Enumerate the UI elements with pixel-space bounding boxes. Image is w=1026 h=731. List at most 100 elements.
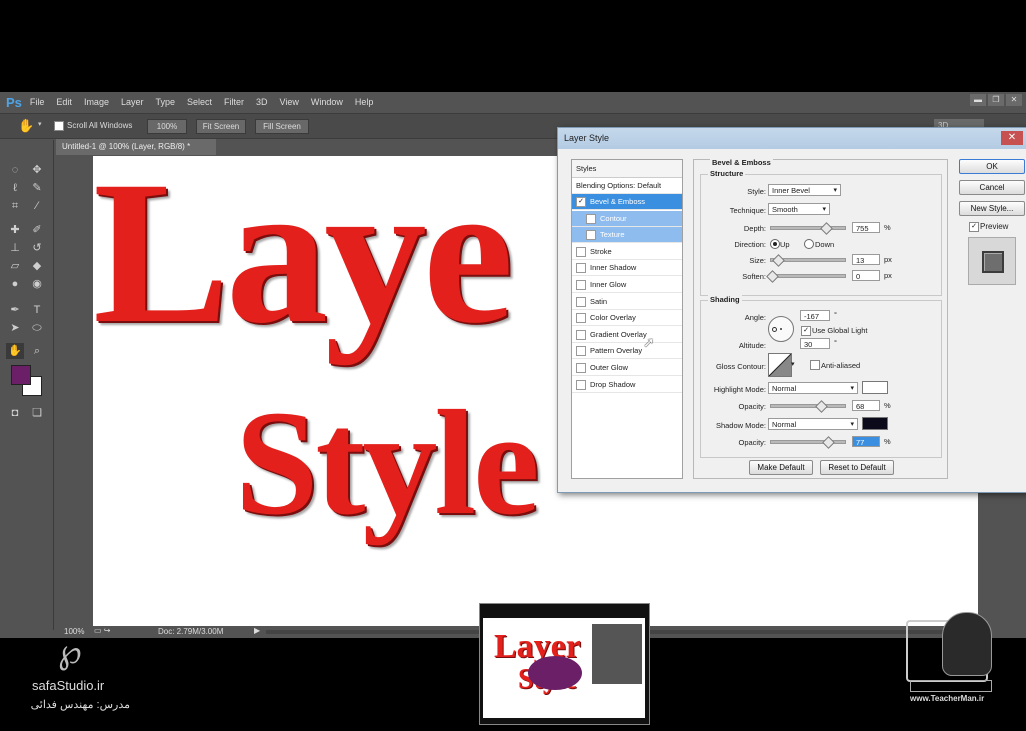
eyedropper-tool-icon[interactable]: ⁄	[28, 198, 46, 214]
menu-select[interactable]: Select	[187, 97, 212, 107]
ok-button[interactable]: OK	[959, 159, 1025, 174]
style-item-bevel-emboss[interactable]: ✓ Bevel & Emboss	[572, 194, 682, 210]
angle-dial[interactable]	[768, 316, 794, 342]
anti-aliased-checkbox[interactable]	[810, 360, 820, 370]
soften-input[interactable]: 0	[852, 270, 880, 281]
fit-screen-button[interactable]: Fit Screen	[196, 119, 246, 134]
healing-tool-icon[interactable]: ✚	[6, 222, 24, 238]
menu-type[interactable]: Type	[155, 97, 175, 107]
dodge-tool-icon[interactable]: ◉	[28, 276, 46, 292]
use-global-light-checkbox[interactable]: ✓	[801, 326, 811, 336]
brush-tool-icon[interactable]: ✐	[28, 222, 46, 238]
cancel-button[interactable]: Cancel	[959, 180, 1025, 195]
blending-options-item[interactable]: Blending Options: Default	[572, 178, 682, 194]
style-checkbox[interactable]	[576, 280, 586, 291]
style-checkbox[interactable]: ✓	[576, 197, 586, 208]
technique-select[interactable]: Smooth	[768, 203, 830, 216]
styles-header[interactable]: Styles	[572, 160, 682, 178]
dialog-close-icon[interactable]: ✕	[1001, 131, 1023, 145]
marquee-tool-icon[interactable]: ◌	[6, 162, 24, 178]
soften-slider[interactable]	[770, 274, 846, 278]
highlight-opacity-input[interactable]: 68	[852, 400, 880, 411]
style-checkbox[interactable]	[586, 213, 596, 224]
stamp-tool-icon[interactable]: ⊥	[6, 240, 24, 256]
menu-edit[interactable]: Edit	[56, 97, 72, 107]
style-checkbox[interactable]	[576, 313, 586, 324]
minimize-button[interactable]: ▬	[970, 94, 986, 106]
menu-image[interactable]: Image	[84, 97, 109, 107]
highlight-color-swatch[interactable]	[862, 381, 888, 394]
angle-input[interactable]: -167	[800, 310, 830, 321]
foreground-color-swatch[interactable]	[11, 365, 31, 385]
status-menu-arrow-icon[interactable]: ▶	[254, 626, 260, 635]
style-item-satin[interactable]: Satin	[572, 294, 682, 310]
hand-tool-button-icon[interactable]: ✋	[6, 343, 24, 359]
style-item-contour[interactable]: Contour	[572, 210, 682, 227]
menu-help[interactable]: Help	[355, 97, 374, 107]
quick-select-tool-icon[interactable]: ✎	[28, 180, 46, 196]
menu-layer[interactable]: Layer	[121, 97, 144, 107]
paint-bucket-icon[interactable]: ◆	[28, 258, 46, 274]
menu-window[interactable]: Window	[311, 97, 343, 107]
preview-checkbox[interactable]: ✓	[969, 222, 979, 232]
move-tool-icon[interactable]: ✥	[28, 162, 46, 178]
style-select[interactable]: Inner Bevel	[768, 184, 841, 197]
pen-tool-icon[interactable]: ✒	[6, 302, 24, 318]
depth-input[interactable]: 755	[852, 222, 880, 233]
highlight-opacity-slider[interactable]	[770, 404, 846, 408]
lasso-tool-icon[interactable]: ℓ	[6, 180, 24, 196]
style-item-outer-glow[interactable]: Outer Glow	[572, 360, 682, 376]
style-checkbox[interactable]	[576, 296, 586, 307]
size-input[interactable]: 13	[852, 254, 880, 265]
altitude-input[interactable]: 30	[800, 338, 830, 349]
style-item-drop-shadow[interactable]: Drop Shadow	[572, 377, 682, 393]
shadow-mode-select[interactable]: Normal	[768, 418, 858, 431]
style-item-inner-glow[interactable]: Inner Glow	[572, 277, 682, 293]
document-tab[interactable]: Untitled-1 @ 100% (Layer, RGB/8) *	[56, 139, 216, 155]
zoom-tool-icon[interactable]: ⌕	[28, 343, 46, 359]
eraser-tool-icon[interactable]: ▱	[6, 258, 24, 274]
gloss-contour-swatch[interactable]	[768, 353, 792, 377]
reset-to-default-button[interactable]: Reset to Default	[820, 460, 894, 475]
style-checkbox[interactable]	[576, 263, 586, 274]
contour-dropdown-icon[interactable]: ▾	[791, 360, 795, 368]
path-select-icon[interactable]: ➤	[6, 320, 24, 336]
zoom-100-button[interactable]: 100%	[147, 119, 187, 134]
style-checkbox[interactable]	[576, 246, 586, 257]
close-window-button[interactable]: ✕	[1006, 94, 1022, 106]
shadow-opacity-input[interactable]: 77	[852, 436, 880, 447]
style-checkbox[interactable]	[576, 363, 586, 374]
direction-down-radio[interactable]	[804, 239, 814, 249]
menu-view[interactable]: View	[280, 97, 299, 107]
make-default-button[interactable]: Make Default	[749, 460, 813, 475]
quick-mask-icon[interactable]: ◘	[6, 405, 24, 421]
style-item-gradient-overlay[interactable]: Gradient Overlay	[572, 327, 682, 343]
direction-up-radio[interactable]	[770, 239, 780, 249]
menu-3d[interactable]: 3D	[256, 97, 268, 107]
type-tool-icon[interactable]: T	[28, 302, 46, 318]
depth-slider[interactable]	[770, 226, 846, 230]
blur-tool-icon[interactable]: ●	[6, 276, 24, 292]
style-item-pattern-overlay[interactable]: Pattern Overlay	[572, 343, 682, 360]
shadow-color-swatch[interactable]	[862, 417, 888, 430]
new-style-button[interactable]: New Style...	[959, 201, 1025, 216]
style-checkbox[interactable]	[576, 379, 586, 390]
highlight-mode-select[interactable]: Normal	[768, 382, 858, 395]
screen-mode-icon[interactable]: ❏	[28, 405, 46, 421]
style-item-color-overlay[interactable]: Color Overlay	[572, 310, 682, 327]
dialog-title[interactable]: Layer Style	[558, 128, 1026, 149]
style-checkbox[interactable]	[576, 346, 586, 357]
tool-preset-arrow-icon[interactable]: ▾	[38, 120, 42, 128]
scroll-all-windows-checkbox[interactable]	[54, 121, 64, 131]
style-item-texture[interactable]: Texture	[572, 227, 682, 244]
history-brush-icon[interactable]: ↺	[28, 240, 46, 256]
menu-file[interactable]: File	[30, 97, 45, 107]
ellipse-tool-icon[interactable]: ⬭	[28, 320, 46, 336]
menu-filter[interactable]: Filter	[224, 97, 244, 107]
style-checkbox[interactable]	[576, 329, 586, 340]
style-item-stroke[interactable]: Stroke	[572, 244, 682, 260]
crop-tool-icon[interactable]: ⌗	[6, 198, 24, 214]
style-checkbox[interactable]	[586, 230, 596, 241]
fill-screen-button[interactable]: Fill Screen	[255, 119, 309, 134]
restore-button[interactable]: ❐	[988, 94, 1004, 106]
